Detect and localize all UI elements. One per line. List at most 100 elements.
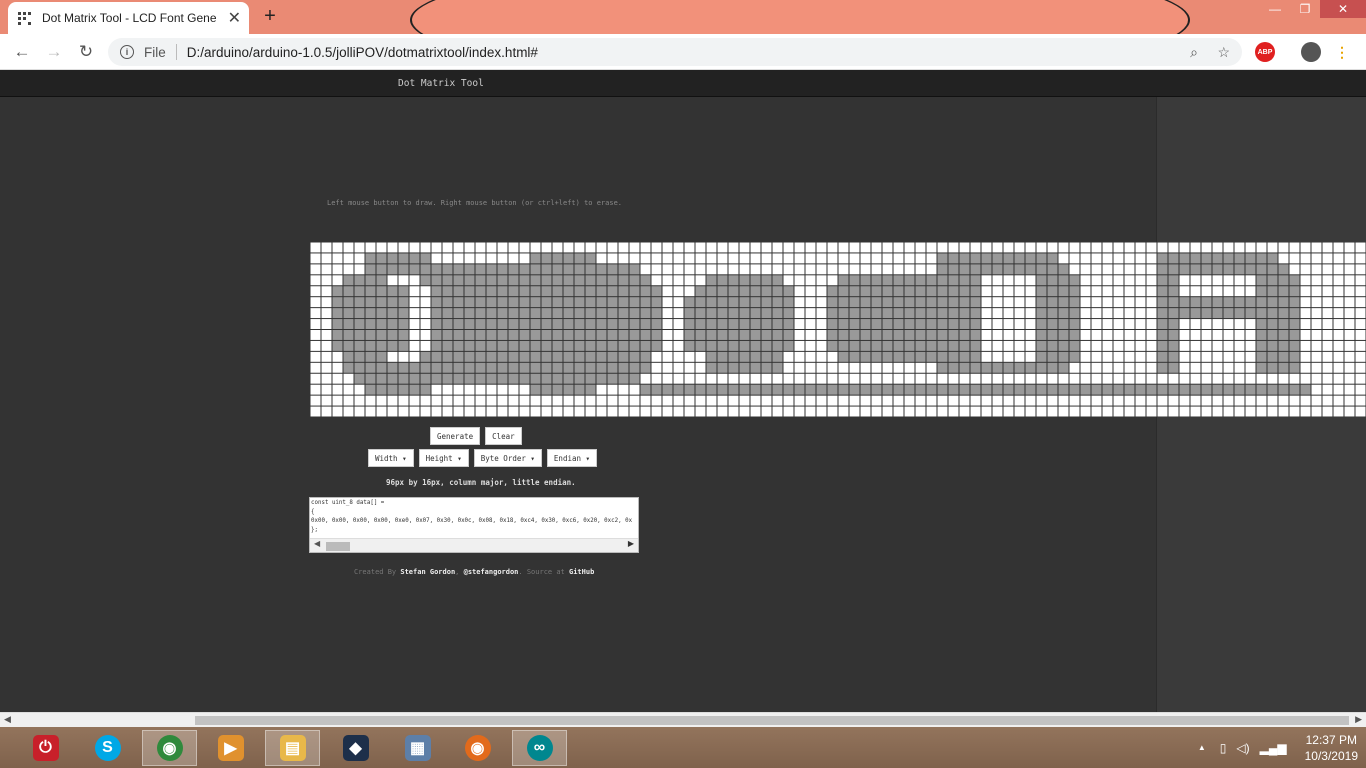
matrix-cell[interactable]	[607, 242, 618, 253]
matrix-cell[interactable]	[651, 406, 662, 417]
matrix-cell[interactable]	[871, 395, 882, 406]
matrix-cell[interactable]	[1300, 330, 1311, 340]
matrix-cell[interactable]	[739, 253, 750, 264]
matrix-cell-on[interactable]	[948, 330, 959, 340]
matrix-cell[interactable]	[684, 406, 695, 417]
matrix-cell-on[interactable]	[1058, 297, 1069, 308]
zoom-icon[interactable]: ⌕	[1190, 44, 1198, 61]
matrix-cell[interactable]	[1102, 286, 1113, 297]
matrix-cell-on[interactable]	[640, 275, 651, 286]
matrix-cell[interactable]	[750, 264, 761, 275]
matrix-cell-on[interactable]	[761, 351, 772, 362]
matrix-cell[interactable]	[1190, 242, 1201, 253]
matrix-cell[interactable]	[959, 373, 970, 384]
matrix-cell-on[interactable]	[574, 308, 585, 319]
matrix-cell-on[interactable]	[959, 275, 970, 286]
matrix-cell-on[interactable]	[739, 351, 750, 362]
taskbar-firefox[interactable]: ◉	[450, 730, 505, 766]
matrix-cell-on[interactable]	[772, 384, 783, 395]
matrix-cell-on[interactable]	[948, 264, 959, 275]
matrix-cell[interactable]	[1014, 319, 1025, 329]
matrix-cell-on[interactable]	[849, 330, 860, 340]
matrix-cell-on[interactable]	[464, 330, 475, 340]
matrix-cell-on[interactable]	[1157, 319, 1168, 329]
matrix-cell[interactable]	[409, 406, 420, 417]
matrix-cell[interactable]	[695, 395, 706, 406]
matrix-cell-on[interactable]	[508, 340, 519, 351]
matrix-cell-on[interactable]	[1157, 340, 1168, 351]
matrix-cell-on[interactable]	[420, 373, 431, 384]
matrix-cell[interactable]	[1267, 242, 1278, 253]
matrix-cell-on[interactable]	[552, 340, 563, 351]
matrix-cell-on[interactable]	[365, 362, 376, 373]
matrix-cell-on[interactable]	[365, 253, 376, 264]
matrix-cell-on[interactable]	[750, 330, 761, 340]
matrix-cell[interactable]	[662, 253, 673, 264]
matrix-cell[interactable]	[1102, 406, 1113, 417]
matrix-cell[interactable]	[420, 242, 431, 253]
matrix-cell[interactable]	[1344, 308, 1355, 319]
matrix-cell[interactable]	[772, 373, 783, 384]
matrix-cell-on[interactable]	[849, 275, 860, 286]
matrix-cell-on[interactable]	[519, 308, 530, 319]
taskbar-arduino[interactable]: ∞	[512, 730, 567, 766]
github-link[interactable]: GitHub	[569, 568, 594, 576]
matrix-cell-on[interactable]	[1267, 297, 1278, 308]
matrix-cell[interactable]	[1333, 406, 1344, 417]
matrix-cell-on[interactable]	[618, 362, 629, 373]
matrix-cell[interactable]	[1333, 264, 1344, 275]
matrix-cell[interactable]	[310, 330, 321, 340]
matrix-cell-on[interactable]	[552, 319, 563, 329]
matrix-cell-on[interactable]	[1278, 351, 1289, 362]
matrix-cell[interactable]	[970, 373, 981, 384]
matrix-cell[interactable]	[1058, 406, 1069, 417]
matrix-cell-on[interactable]	[893, 297, 904, 308]
matrix-cell-on[interactable]	[739, 308, 750, 319]
matrix-cell-on[interactable]	[1036, 275, 1047, 286]
matrix-cell[interactable]	[728, 395, 739, 406]
matrix-cell-on[interactable]	[497, 362, 508, 373]
matrix-cell[interactable]	[1322, 362, 1333, 373]
matrix-cell-on[interactable]	[464, 308, 475, 319]
matrix-cell[interactable]	[1146, 286, 1157, 297]
matrix-cell-on[interactable]	[728, 384, 739, 395]
matrix-cell-on[interactable]	[739, 330, 750, 340]
matrix-cell-on[interactable]	[959, 340, 970, 351]
matrix-cell-on[interactable]	[992, 362, 1003, 373]
matrix-cell-on[interactable]	[871, 297, 882, 308]
matrix-cell-on[interactable]	[497, 264, 508, 275]
matrix-cell-on[interactable]	[354, 319, 365, 329]
matrix-cell[interactable]	[1102, 373, 1113, 384]
matrix-cell-on[interactable]	[1058, 264, 1069, 275]
matrix-cell-on[interactable]	[541, 373, 552, 384]
matrix-cell-on[interactable]	[398, 340, 409, 351]
matrix-cell[interactable]	[1355, 373, 1366, 384]
matrix-cell-on[interactable]	[629, 330, 640, 340]
matrix-cell[interactable]	[805, 362, 816, 373]
matrix-cell-on[interactable]	[717, 351, 728, 362]
matrix-cell-on[interactable]	[783, 286, 794, 297]
matrix-cell-on[interactable]	[431, 297, 442, 308]
matrix-cell[interactable]	[794, 340, 805, 351]
matrix-cell[interactable]	[530, 406, 541, 417]
matrix-cell[interactable]	[1245, 242, 1256, 253]
matrix-cell-on[interactable]	[1289, 351, 1300, 362]
matrix-cell-on[interactable]	[860, 297, 871, 308]
matrix-cell[interactable]	[1355, 319, 1366, 329]
matrix-cell-on[interactable]	[750, 319, 761, 329]
matrix-cell[interactable]	[574, 406, 585, 417]
matrix-cell[interactable]	[1201, 340, 1212, 351]
matrix-cell-on[interactable]	[1256, 330, 1267, 340]
matrix-cell-on[interactable]	[838, 330, 849, 340]
matrix-cell[interactable]	[805, 264, 816, 275]
matrix-cell[interactable]	[1025, 242, 1036, 253]
matrix-cell[interactable]	[1322, 242, 1333, 253]
matrix-cell-on[interactable]	[596, 308, 607, 319]
matrix-cell[interactable]	[1179, 362, 1190, 373]
matrix-cell[interactable]	[981, 340, 992, 351]
matrix-cell[interactable]	[937, 406, 948, 417]
matrix-cell[interactable]	[1212, 351, 1223, 362]
matrix-cell[interactable]	[1289, 253, 1300, 264]
matrix-cell[interactable]	[1212, 362, 1223, 373]
matrix-cell-on[interactable]	[365, 340, 376, 351]
